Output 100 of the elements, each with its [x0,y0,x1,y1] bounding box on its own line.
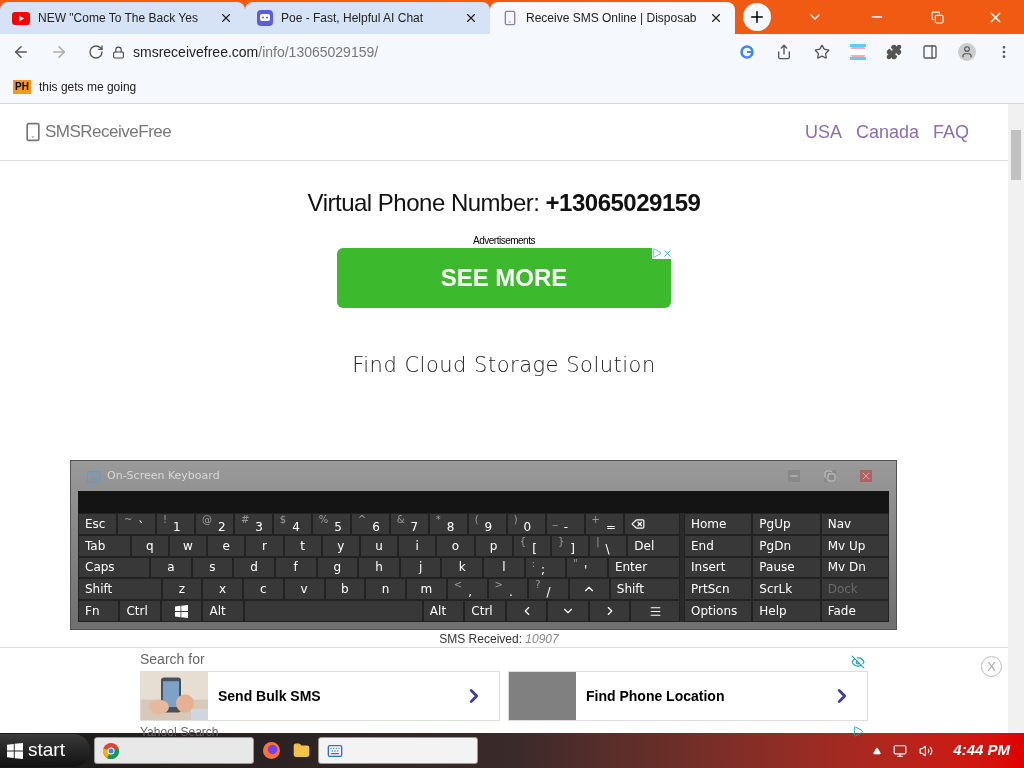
keyboard-key[interactable]: Caps [78,556,151,579]
keyboard-key[interactable]: Fn [78,600,120,622]
tray-arrow-icon[interactable] [873,746,882,755]
keyboard-key[interactable]: ! 1 [155,513,195,535]
keyboard-key[interactable]: b [324,578,366,601]
keyboard-key[interactable]: r [245,534,284,557]
keyboard-key[interactable]: _ - [545,513,585,535]
clock[interactable]: 4:44 PM [953,739,1010,762]
keyboard-key[interactable]: $ 4 [272,513,312,535]
keyboard-key[interactable]: | \ [589,534,628,557]
keyboard-key[interactable]: v [283,578,325,601]
keyboard-key[interactable]: z [161,578,203,601]
keyboard-key[interactable]: n [365,578,407,601]
keyboard-key[interactable]: " ' [566,556,608,579]
key-label: 7 [410,519,419,534]
keyboard-key[interactable]: # 3 [233,513,273,535]
keyboard-key[interactable]: ) 0 [506,513,546,535]
close-icon[interactable] [709,11,723,25]
site-logo[interactable]: SMSReceiveFree [23,119,172,145]
keyboard-key[interactable]: PrtScn [684,578,753,601]
side-panel-icon[interactable] [922,44,938,60]
ad-search-link[interactable]: Send Bulk SMS [140,671,500,721]
keyboard-key[interactable]: ^ 6 [350,513,390,535]
keyboard-key[interactable]: k [441,556,484,579]
keyboard-key[interactable]: ScrLk [752,578,821,601]
browser-tab[interactable]: Poe - Fast, Helpful AI Chat [245,2,490,34]
keyboard-key[interactable]: > . [487,578,529,601]
keyboard-key[interactable]: End [684,534,753,557]
keyboard-key[interactable]: Ctrl [464,600,506,622]
browser-tab[interactable]: NEW "Come To The Back Yes [0,2,245,34]
keyboard-key[interactable]: d [233,556,275,579]
taskbar-window-button[interactable] [94,737,254,764]
bookmark-star-icon[interactable] [814,44,830,60]
keyboard-key[interactable]: m [406,578,447,601]
keyboard-key[interactable]: + = [584,513,624,535]
keyboard-key[interactable]: Del [627,534,681,557]
reload-icon[interactable] [88,44,104,60]
keyboard-key[interactable]: a [150,556,192,579]
menu-key[interactable] [630,600,680,622]
browser-tab[interactable]: Receive SMS Online | Disposab [490,2,735,34]
nav-link[interactable]: USA [804,118,842,146]
keyboard-key[interactable]: PgUp [752,513,821,535]
close-icon[interactable] [464,11,478,25]
keyboard-key[interactable]: ? / [528,578,570,601]
keyboard-key[interactable]: h [358,556,400,579]
share-icon[interactable] [776,44,792,60]
network-icon[interactable] [893,743,908,758]
profile-icon[interactable] [958,43,976,61]
keyboard-key[interactable]: Nav [820,513,889,535]
up-arrow-key[interactable] [569,578,610,601]
back-icon[interactable] [12,43,30,61]
shift-symbol: & [396,514,405,526]
keyboard-key[interactable]: Home [684,513,753,535]
close-icon[interactable] [219,11,233,25]
keyboard-key[interactable]: Insert [684,556,753,579]
restore-icon[interactable] [931,10,944,24]
keyboard-key[interactable]: Options [684,600,753,622]
down-arrow-key[interactable] [547,600,589,622]
backspace-key[interactable] [623,513,680,535]
scrollbar[interactable] [1008,104,1024,733]
keyboard-key[interactable]: x [202,578,244,601]
keyboard-key[interactable]: Shift [78,578,162,601]
menu-icon [648,604,662,618]
volume-icon[interactable] [919,743,934,758]
left-arrow-key[interactable] [505,600,548,622]
keyboard-key[interactable]: c [243,578,284,601]
keyboard-key[interactable]: Shift [609,578,680,601]
keyboard-key[interactable]: % 5 [311,513,351,535]
bookmark[interactable]: PH this gets me going [13,77,137,96]
ad-search-link[interactable]: Find Phone Location [508,671,868,721]
google-icon[interactable] [740,45,754,59]
keyboard-key[interactable]: @ 2 [194,513,234,535]
windows-key[interactable] [160,600,203,622]
keyboard-key[interactable]: * 8 [428,513,468,535]
keyboard-key[interactable]: ~ ` [116,513,156,535]
keyboard-key[interactable]: Esc [78,513,117,535]
keyboard-key[interactable]: & 7 [389,513,429,535]
nav-link[interactable]: FAQ [933,118,969,146]
shift-symbol: ( [474,514,479,526]
keyboard-key[interactable]: ( 9 [467,513,507,535]
keyboard-key[interactable]: Alt [422,600,465,622]
keyboard-key[interactable]: Pause [752,556,821,579]
keyboard-key[interactable]: Alt [202,600,244,622]
keyboard-key[interactable]: l [483,556,525,579]
new-tab-button[interactable] [743,3,771,31]
keyboard-key[interactable]: Help [752,600,821,622]
keyboard-key[interactable]: Ctrl [119,600,161,622]
eye-icon[interactable] [851,655,865,669]
backspace-icon [630,516,645,531]
keyboard-key[interactable]: Fade [820,600,889,622]
ad-choices-icon[interactable] [853,726,864,737]
keyboard-key[interactable]: PgDn [752,534,821,557]
nav-link[interactable]: Canada [855,118,919,146]
keyboard-key[interactable]: Tab [78,534,131,557]
keyboard-key[interactable]: o [436,534,475,557]
extensions-icon[interactable] [886,44,902,60]
start-button[interactable]: start [0,734,90,767]
keyboard-key[interactable]: i [398,534,437,557]
keyboard-key[interactable]: e [207,534,246,557]
keyboard-key[interactable]: < , [446,578,488,601]
